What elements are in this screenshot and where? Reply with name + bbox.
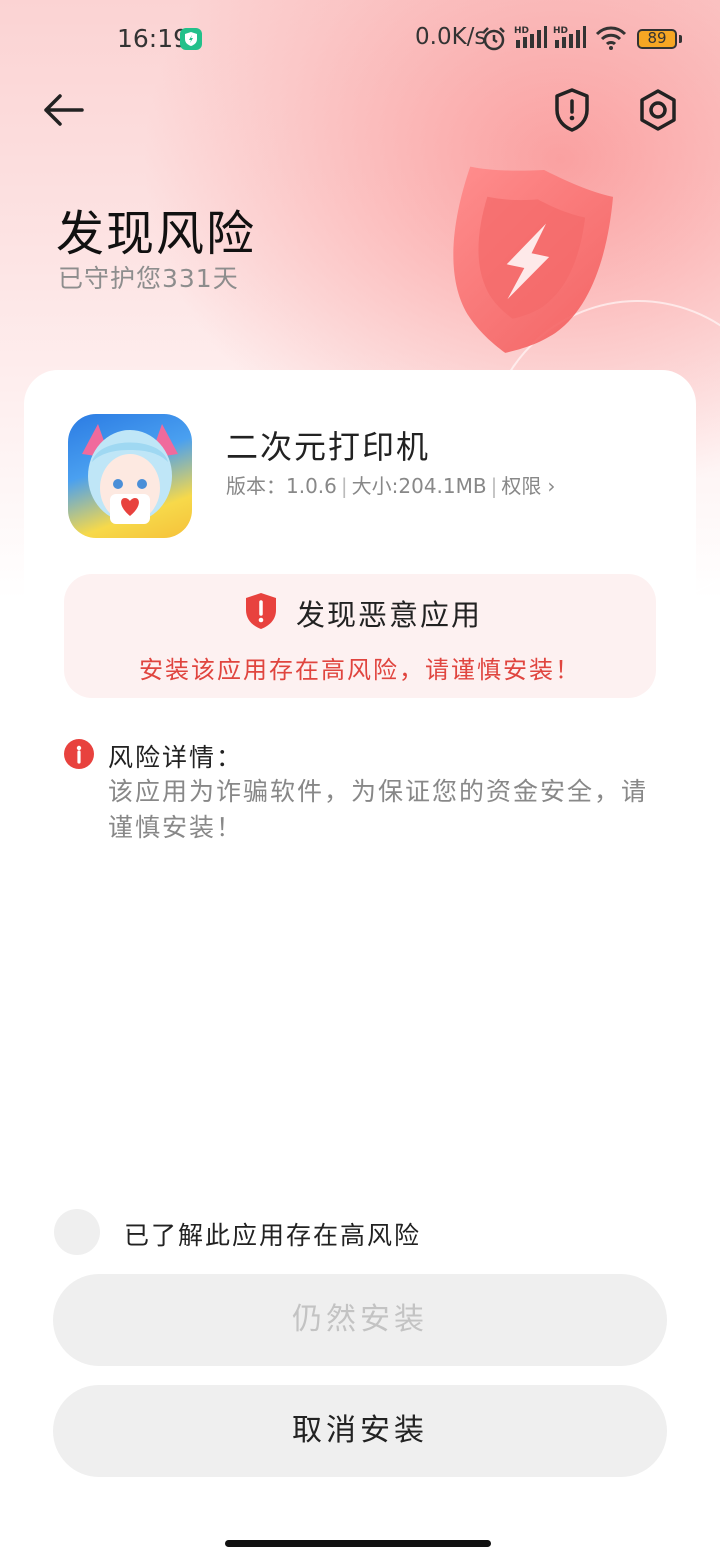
- settings-button[interactable]: [632, 84, 684, 136]
- install-anyway-button[interactable]: 仍然安装: [53, 1274, 667, 1366]
- meta-separator: |: [340, 474, 348, 498]
- status-bar: 16:19 0.0K/s HD HD 89: [0, 0, 720, 78]
- permissions-link[interactable]: 权限 ›: [501, 474, 555, 498]
- shield-badge-icon: [180, 28, 202, 50]
- app-size: 大小:204.1MB: [351, 474, 487, 498]
- chevron-right-icon: ›: [547, 474, 556, 498]
- danger-shield-icon: [244, 592, 278, 630]
- settings-gear-icon: [640, 89, 676, 131]
- app-meta-row: 版本：1.0.6 | 大小:204.1MB | 权限 ›: [226, 470, 555, 499]
- meta-separator: |: [490, 474, 498, 498]
- back-button[interactable]: [38, 86, 90, 134]
- risk-shield-icon: [555, 88, 589, 132]
- home-indicator[interactable]: [225, 1540, 491, 1547]
- battery-icon: 89: [637, 29, 677, 49]
- wifi-icon: [595, 26, 627, 56]
- content-card: [24, 370, 696, 1560]
- risk-details-title: 风险详情：: [108, 743, 244, 772]
- status-time: 16:19: [117, 24, 190, 53]
- protection-days: 已守护您331天: [58, 264, 239, 293]
- back-arrow-icon: [44, 94, 84, 126]
- acknowledge-checkbox[interactable]: [54, 1209, 100, 1255]
- info-icon: [64, 739, 94, 769]
- acknowledge-label[interactable]: 已了解此应用存在高风险: [124, 1216, 421, 1252]
- signal-icon: HD: [514, 24, 548, 56]
- cancel-install-button[interactable]: 取消安装: [53, 1385, 667, 1477]
- app-version: 版本：1.0.6: [226, 474, 337, 498]
- risk-details-text: 该应用为诈骗软件，为保证您的资金安全，请谨慎安装！: [108, 777, 649, 842]
- battery-level: 89: [647, 29, 667, 47]
- app-icon: [68, 414, 192, 538]
- battery-cap: [679, 35, 682, 43]
- network-speed: 0.0K/s: [415, 24, 487, 50]
- hero-shield-icon: [420, 150, 630, 370]
- alert-description: 安装该应用存在高风险，请谨慎安装！: [139, 656, 581, 684]
- signal-icon: HD: [553, 24, 587, 56]
- signal-hd-label: HD: [553, 26, 568, 36]
- app-name: 二次元打印机: [226, 428, 431, 466]
- page-title: 发现风险: [56, 206, 257, 262]
- signal-hd-label: HD: [514, 26, 529, 36]
- alert-title: 发现恶意应用: [296, 598, 483, 632]
- app-install-risk-page: 16:19 0.0K/s HD HD 89 发现风险 已守护您331天 二次元打…: [0, 0, 720, 1560]
- alarm-icon: [481, 26, 507, 58]
- permissions-label: 权限: [501, 474, 542, 498]
- risk-report-button[interactable]: [548, 84, 596, 136]
